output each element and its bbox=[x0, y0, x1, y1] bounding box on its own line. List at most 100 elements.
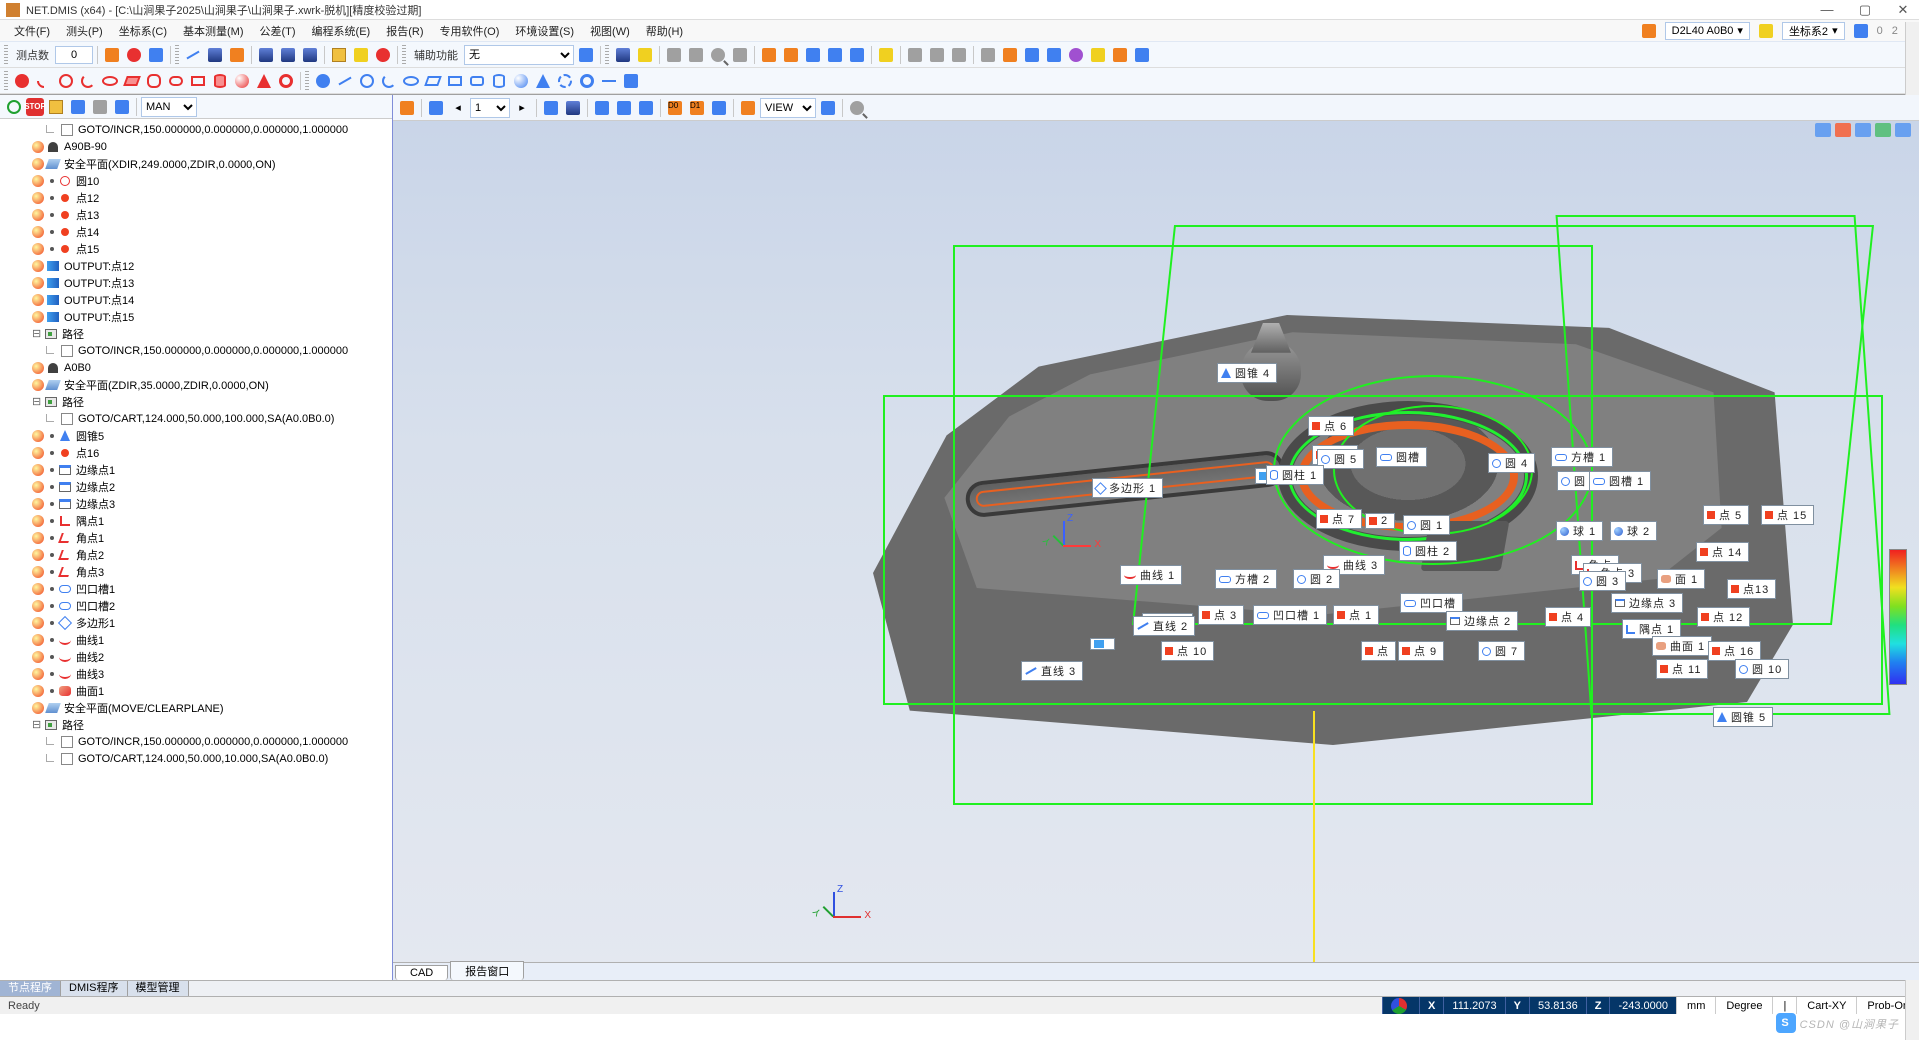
bulb-icon[interactable] bbox=[32, 685, 44, 697]
feature-label[interactable]: 多边形 1 bbox=[1092, 478, 1163, 498]
bulb-icon[interactable] bbox=[32, 515, 44, 527]
tree-row[interactable]: OUTPUT:点12 bbox=[0, 257, 392, 274]
tree-row[interactable]: GOTO/INCR,150.000000,0.000000,0.000000,1… bbox=[0, 733, 392, 750]
crd-tool-icon[interactable] bbox=[1851, 21, 1871, 41]
feature-label[interactable]: 圆 3 bbox=[1579, 571, 1626, 591]
feature-label[interactable]: 凹口槽 bbox=[1400, 593, 1463, 613]
tb1-l2[interactable] bbox=[1110, 45, 1130, 65]
bulb-icon[interactable] bbox=[32, 362, 44, 374]
feature-label[interactable]: 点 16 bbox=[1708, 641, 1761, 661]
blue-curve-tool[interactable] bbox=[599, 71, 619, 91]
probe-combo[interactable]: D2L40 A0B0▾ bbox=[1665, 22, 1750, 40]
tree-tool-3[interactable] bbox=[46, 97, 66, 117]
tb1-p1[interactable] bbox=[759, 45, 779, 65]
tree-row[interactable]: 安全平面(MOVE/CLEARPLANE) bbox=[0, 699, 392, 716]
menu-基本测量(M)[interactable]: 基本测量(M) bbox=[175, 23, 252, 41]
aux-select[interactable]: 无 bbox=[464, 45, 574, 65]
red-line-tool[interactable] bbox=[34, 71, 54, 91]
tree-row[interactable]: 曲面1 bbox=[0, 682, 392, 699]
tree-row[interactable]: 点16 bbox=[0, 444, 392, 461]
bulb-icon[interactable] bbox=[32, 226, 44, 238]
tb1-folder-icon[interactable] bbox=[329, 45, 349, 65]
prog-tab-DMIS程序[interactable]: DMIS程序 bbox=[61, 981, 128, 996]
probe-icon[interactable] bbox=[1639, 21, 1659, 41]
tree-row[interactable]: OUTPUT:点14 bbox=[0, 291, 392, 308]
menu-编程系统(E)[interactable]: 编程系统(E) bbox=[304, 23, 379, 41]
float-icon-4[interactable] bbox=[1875, 123, 1891, 137]
blue-rrect-tool[interactable] bbox=[467, 71, 487, 91]
tb1-btn-3[interactable] bbox=[146, 45, 166, 65]
bulb-icon[interactable] bbox=[32, 481, 44, 493]
minimize-button[interactable]: — bbox=[1817, 2, 1837, 18]
red-cyl-tool[interactable] bbox=[210, 71, 230, 91]
tb1-sel1[interactable] bbox=[905, 45, 925, 65]
tree-row[interactable]: ⊟路径 bbox=[0, 716, 392, 733]
feature-label[interactable]: 圆锥 4 bbox=[1217, 363, 1277, 383]
bulb-icon[interactable] bbox=[32, 600, 44, 612]
feature-label[interactable]: 方槽 2 bbox=[1215, 569, 1277, 589]
feature-label[interactable]: 点 11 bbox=[1656, 659, 1708, 679]
bulb-icon[interactable] bbox=[32, 141, 44, 153]
tb1-axis-icon[interactable] bbox=[227, 45, 247, 65]
bulb-icon[interactable] bbox=[32, 379, 44, 391]
prog-tab-模型管理[interactable]: 模型管理 bbox=[128, 981, 189, 996]
tb1-box3-icon[interactable] bbox=[300, 45, 320, 65]
tb1-g1[interactable] bbox=[613, 45, 633, 65]
vp-btn-1[interactable] bbox=[397, 98, 417, 118]
vp-tab-报告窗口[interactable]: 报告窗口 bbox=[450, 961, 524, 980]
bulb-icon[interactable] bbox=[32, 498, 44, 510]
red-cone-tool[interactable] bbox=[254, 71, 274, 91]
tree-row[interactable]: 凹口槽2 bbox=[0, 597, 392, 614]
tb1-win3[interactable] bbox=[1066, 45, 1086, 65]
bulb-icon[interactable] bbox=[32, 430, 44, 442]
tb1-zigzag-icon[interactable] bbox=[183, 45, 203, 65]
red-torus-tool[interactable] bbox=[276, 71, 296, 91]
feature-label[interactable]: 点 9 bbox=[1398, 641, 1444, 661]
feature-label[interactable]: 直线 2 bbox=[1133, 616, 1195, 636]
red-arc-tool[interactable] bbox=[78, 71, 98, 91]
tree-row[interactable]: 安全平面(ZDIR,35.0000,ZDIR,0.0000,ON) bbox=[0, 376, 392, 393]
red-slot-tool[interactable] bbox=[144, 71, 164, 91]
tb1-l1[interactable] bbox=[1088, 45, 1108, 65]
vp-search-icon[interactable] bbox=[847, 98, 867, 118]
bulb-icon[interactable] bbox=[32, 447, 44, 459]
tree-row[interactable]: 边缘点3 bbox=[0, 495, 392, 512]
tb1-sel3[interactable] bbox=[949, 45, 969, 65]
expand-icon[interactable]: ⊟ bbox=[32, 718, 44, 731]
menu-报告(R)[interactable]: 报告(R) bbox=[378, 23, 431, 41]
tree-tool-5[interactable] bbox=[90, 97, 110, 117]
tb1-cube-icon[interactable] bbox=[205, 45, 225, 65]
feature-label[interactable]: 面 1 bbox=[1657, 569, 1705, 589]
red-circle-tool[interactable] bbox=[56, 71, 76, 91]
tb1-stop-icon[interactable] bbox=[373, 45, 393, 65]
tree-row[interactable]: 曲线1 bbox=[0, 631, 392, 648]
tree-row[interactable]: 多边形1 bbox=[0, 614, 392, 631]
bulb-icon[interactable] bbox=[32, 209, 44, 221]
tree-row[interactable]: GOTO/CART,124.000,50.000,100.000,SA(A0.0… bbox=[0, 410, 392, 427]
tree-row[interactable]: 角点3 bbox=[0, 563, 392, 580]
tree-row[interactable]: 边缘点2 bbox=[0, 478, 392, 495]
prog-tab-节点程序[interactable]: 节点程序 bbox=[0, 981, 61, 996]
tb1-fit-icon[interactable] bbox=[730, 45, 750, 65]
feature-label[interactable]: 点 10 bbox=[1161, 641, 1214, 661]
bulb-icon[interactable] bbox=[32, 702, 44, 714]
tree-row[interactable]: 隅点1 bbox=[0, 512, 392, 529]
tree-row[interactable]: 点12 bbox=[0, 189, 392, 206]
feature-label[interactable]: 圆锥 5 bbox=[1713, 707, 1773, 727]
feature-label[interactable]: 凹口槽 1 bbox=[1253, 605, 1327, 625]
feature-label[interactable]: 圆 4 bbox=[1488, 453, 1535, 473]
feature-label[interactable]: 方槽 1 bbox=[1551, 447, 1613, 467]
blue-arc-tool[interactable] bbox=[379, 71, 399, 91]
tree-row[interactable]: 角点2 bbox=[0, 546, 392, 563]
menu-专用软件(O)[interactable]: 专用软件(O) bbox=[432, 23, 508, 41]
vp-b2[interactable] bbox=[563, 98, 583, 118]
program-tree[interactable]: GOTO/INCR,150.000000,0.000000,0.000000,1… bbox=[0, 119, 392, 980]
feature-label[interactable]: 直线 3 bbox=[1021, 661, 1083, 681]
feature-label[interactable]: 点 1 bbox=[1333, 605, 1379, 625]
bulb-icon[interactable] bbox=[32, 277, 44, 289]
tb1-zoom-icon[interactable] bbox=[708, 45, 728, 65]
tb1-warn-icon[interactable] bbox=[351, 45, 371, 65]
blue-special1-tool[interactable] bbox=[555, 71, 575, 91]
vp-b1[interactable] bbox=[541, 98, 561, 118]
tree-row[interactable]: OUTPUT:点15 bbox=[0, 308, 392, 325]
